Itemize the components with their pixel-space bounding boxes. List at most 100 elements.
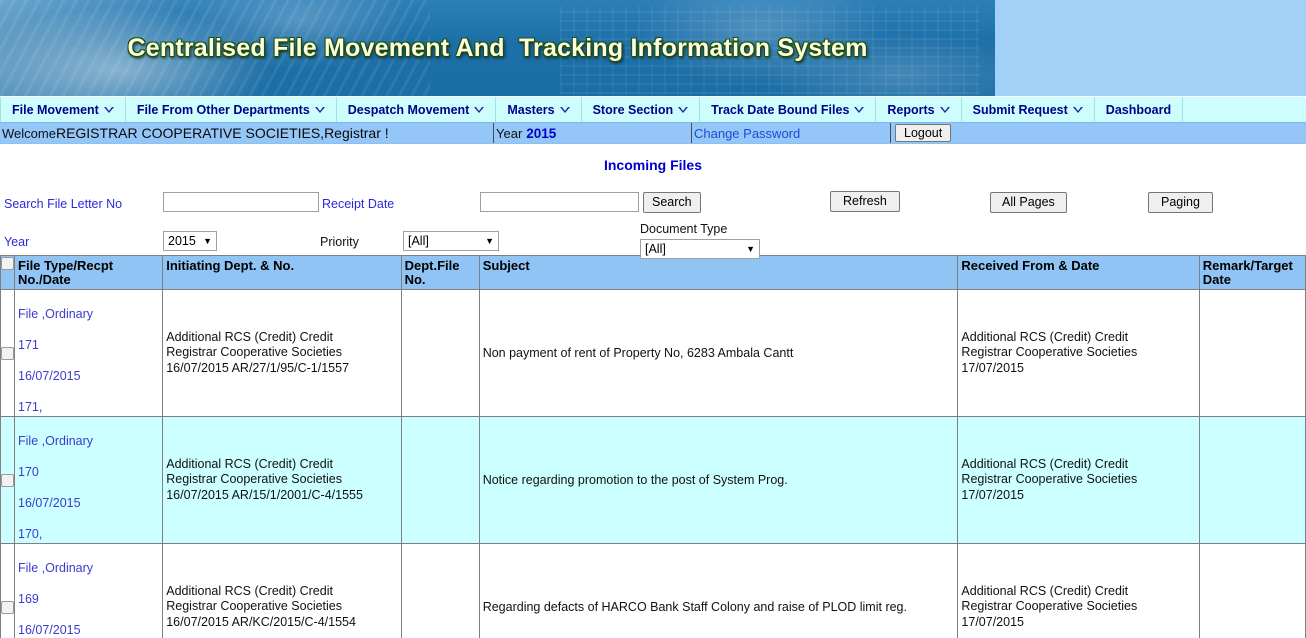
priority-filter-value: [All] (408, 234, 429, 248)
chevron-down-icon: ▼ (203, 235, 212, 246)
chevron-down-icon (678, 106, 689, 113)
menu-item-label: File Movement (12, 102, 99, 117)
receipt-date: 16/07/2015 (18, 622, 81, 637)
select-all-checkbox[interactable] (1, 257, 14, 271)
column-header-received-from[interactable]: Received From & Date (957, 255, 1200, 290)
app-title: Centralised File Movement And Tracking I… (127, 34, 868, 62)
year-value: 2015 (526, 125, 557, 141)
chevron-down-icon (854, 106, 865, 113)
document-type-select[interactable]: [All] ▼ (640, 239, 760, 259)
incoming-files-table-wrap: File Type/Recpt No./Date Initiating Dept… (0, 255, 1306, 638)
cell-subject: Non payment of rent of Property No, 6283… (478, 289, 959, 417)
menu-item-label: Reports (887, 102, 935, 117)
receipt-date-input[interactable] (480, 192, 639, 212)
logout-cell: Logout (891, 123, 1306, 143)
cell-received-from: Additional RCS (Credit) Credit Registrar… (957, 543, 1200, 638)
column-header-subject[interactable]: Subject (478, 255, 959, 290)
menu-item-label: File From Other Departments (136, 102, 310, 117)
column-header-file-type[interactable]: File Type/Recpt No./Date (14, 255, 164, 290)
table-row[interactable]: File ,Ordinary 170 16/07/2015 170, Addit… (0, 416, 1306, 544)
app-banner: Centralised File Movement And Tracking I… (0, 0, 1306, 96)
chevron-down-icon (559, 106, 570, 113)
menu-item-track-date-bound-files[interactable]: Track Date Bound Files (700, 97, 877, 122)
cell-initiating-dept: Additional RCS (Credit) Credit Registrar… (162, 289, 402, 417)
menu-item-masters[interactable]: Masters (496, 97, 582, 122)
receipt-no: 170 (18, 464, 39, 479)
cell-remark (1198, 416, 1306, 544)
cell-received-from: Additional RCS (Credit) Credit Registrar… (957, 416, 1200, 544)
page-title: Incoming Files (603, 157, 702, 173)
year-filter-label: Year (4, 235, 30, 249)
welcome-username: REGISTRAR COOPERATIVE SOCIETIES,Registra… (55, 125, 389, 141)
menu-item-label: Dashboard (1105, 102, 1172, 117)
change-password-cell[interactable]: Change Password (692, 123, 891, 143)
paging-button[interactable]: Paging (1148, 192, 1213, 213)
menu-item-store-section[interactable]: Store Section (582, 97, 701, 122)
menu-item-despatch-movement[interactable]: Despatch Movement (337, 97, 497, 122)
cell-remark (1198, 543, 1306, 638)
cell-dept-file-no (400, 416, 480, 544)
menu-item-file-from-other-departments[interactable]: File From Other Departments (126, 97, 337, 122)
row-select-cell (0, 416, 16, 544)
receipt-date: 16/07/2015 (18, 495, 81, 510)
cell-initiating-dept: Additional RCS (Credit) Credit Registrar… (162, 416, 402, 544)
file-no: 171, (18, 399, 43, 414)
row-checkbox[interactable] (1, 601, 14, 615)
select-all-header (0, 255, 16, 290)
search-button[interactable]: Search (643, 192, 701, 213)
menu-item-submit-request[interactable]: Submit Request (962, 97, 1095, 122)
change-password-link[interactable]: Change Password (694, 126, 800, 141)
file-type-link[interactable]: File ,Ordinary (18, 307, 93, 321)
all-pages-button[interactable]: All Pages (990, 192, 1067, 213)
year-filter-select[interactable]: 2015 ▼ (163, 231, 217, 251)
chevron-down-icon (103, 106, 114, 113)
column-header-initiating-dept[interactable]: Initiating Dept. & No. (162, 255, 402, 290)
menu-item-label: Despatch Movement (347, 102, 470, 117)
document-type-value: [All] (645, 242, 666, 256)
table-row[interactable]: File ,Ordinary 171 16/07/2015 171, Addit… (0, 289, 1306, 417)
priority-filter-label: Priority (320, 235, 359, 249)
table-row[interactable]: File ,Ordinary 169 16/07/2015 169, Addit… (0, 543, 1306, 638)
refresh-button[interactable]: Refresh (830, 191, 900, 212)
chevron-down-icon (939, 106, 950, 113)
file-type-link[interactable]: File ,Ordinary (18, 434, 93, 448)
receipt-no: 169 (18, 591, 39, 606)
table-header-row: File Type/Recpt No./Date Initiating Dept… (0, 255, 1306, 290)
file-no: 170, (18, 526, 43, 541)
cell-initiating-dept: Additional RCS (Credit) Credit Registrar… (162, 543, 402, 638)
row-checkbox[interactable] (1, 347, 14, 361)
chevron-down-icon: ▼ (746, 243, 755, 254)
table-header: File Type/Recpt No./Date Initiating Dept… (0, 255, 1306, 290)
welcome-message: Welcome REGISTRAR COOPERATIVE SOCIETIES,… (0, 123, 494, 143)
menu-filler (1183, 97, 1306, 122)
row-select-cell (0, 289, 16, 417)
menu-item-label: Store Section (592, 102, 674, 117)
logout-button[interactable]: Logout (895, 124, 952, 142)
cell-file-type: File ,Ordinary 169 16/07/2015 169, (14, 543, 164, 638)
main-menu-bar: File Movement File From Other Department… (0, 96, 1306, 122)
year-filter-value: 2015 (168, 234, 196, 248)
file-type-link[interactable]: File ,Ordinary (18, 561, 93, 575)
cell-received-from: Additional RCS (Credit) Credit Registrar… (957, 289, 1200, 417)
year-display: Year 2015 (494, 123, 692, 143)
chevron-down-icon (1072, 106, 1083, 113)
year-label: Year (496, 125, 523, 141)
cell-dept-file-no (400, 289, 480, 417)
menu-item-label: Submit Request (972, 102, 1068, 117)
column-header-remark-target-date[interactable]: Remark/Target Date (1198, 255, 1306, 290)
cell-dept-file-no (400, 543, 480, 638)
menu-item-file-movement[interactable]: File Movement (0, 97, 126, 122)
chevron-down-icon (314, 106, 325, 113)
table-body: File ,Ordinary 171 16/07/2015 171, Addit… (0, 289, 1306, 638)
column-header-dept-file-no[interactable]: Dept.File No. (400, 255, 480, 290)
incoming-files-table: File Type/Recpt No./Date Initiating Dept… (0, 255, 1306, 638)
filter-panel: Search File Letter No Receipt Date Searc… (0, 173, 1306, 259)
row-checkbox[interactable] (1, 474, 14, 488)
chevron-down-icon (474, 106, 485, 113)
cell-file-type: File ,Ordinary 171 16/07/2015 171, (14, 289, 164, 417)
priority-filter-select[interactable]: [All] ▼ (403, 231, 499, 251)
cell-file-type: File ,Ordinary 170 16/07/2015 170, (14, 416, 164, 544)
search-file-letter-no-input[interactable] (163, 192, 319, 212)
menu-item-dashboard[interactable]: Dashboard (1095, 97, 1184, 122)
menu-item-reports[interactable]: Reports (876, 97, 962, 122)
